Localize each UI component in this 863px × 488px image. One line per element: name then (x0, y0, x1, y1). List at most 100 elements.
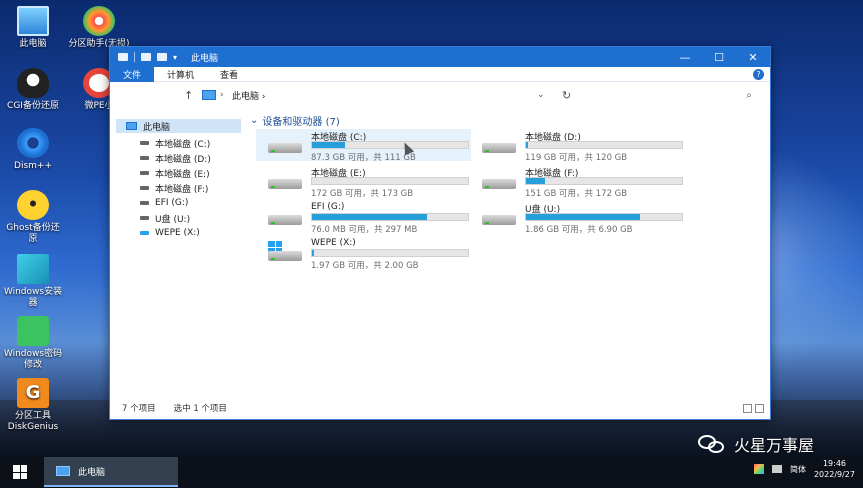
breadcrumb-label: 此电脑 (232, 91, 260, 102)
hard-drive-icon (268, 251, 302, 261)
this-pc-icon (17, 6, 49, 36)
hard-drive-icon (482, 143, 516, 153)
nav-item-this-pc[interactable]: 此电脑 (116, 119, 241, 133)
desktop-icon-partition-assistant[interactable]: 分区助手(无损) (68, 6, 130, 50)
drive-tile-g[interactable]: EFI (G:) 76.0 MB 可用，共 297 MB (256, 201, 471, 235)
explorer-window: ▾ 此电脑 — ☐ ✕ 文件 计算机 查看 ? ↑ › 此电脑 › ⌄ ↻ ⌕ … (109, 46, 771, 420)
hard-drive-icon (482, 179, 516, 189)
group-header[interactable]: ⌄ 设备和驱动器 (7) (250, 113, 340, 128)
item-count: 7 个项目 (122, 404, 156, 414)
nav-label: 本地磁盘 (D:) (155, 154, 211, 165)
taskbar-item-this-pc[interactable]: 此电脑 (44, 457, 178, 487)
nav-item-drive-c[interactable]: 本地磁盘 (C:) (140, 136, 210, 150)
up-arrow-icon[interactable]: ↑ (184, 89, 193, 102)
watermark-text: 火星万事屋 (734, 436, 815, 455)
close-button[interactable]: ✕ (736, 47, 770, 67)
minimize-button[interactable]: — (668, 47, 702, 67)
desktop-icon-this-pc[interactable]: 此电脑 (2, 6, 64, 50)
ime-indicator[interactable]: 简体 (790, 464, 806, 475)
desktop-icon-windows-installer[interactable]: Windows安装器 (2, 254, 64, 309)
search-icon[interactable]: ⌕ (746, 90, 752, 101)
hard-drive-icon (268, 143, 302, 153)
selection-count: 选中 1 个项目 (173, 404, 227, 414)
drive-capacity-text: 1.97 GB 可用，共 2.00 GB (311, 261, 419, 271)
drive-tile-c[interactable]: 本地磁盘 (C:) 87.3 GB 可用，共 111 GB (256, 129, 471, 163)
windows-installer-icon (17, 254, 49, 284)
capacity-fill (312, 142, 345, 148)
cgi-backup-icon (17, 68, 49, 98)
app-tray-icon[interactable] (753, 464, 764, 474)
desktop-icon-label: 此电脑 (19, 39, 47, 49)
large-icons-view-icon[interactable] (755, 403, 764, 413)
nav-label: 本地磁盘 (E:) (155, 169, 210, 180)
tab-computer[interactable]: 计算机 (154, 68, 207, 81)
watermark: 火星万事屋 (698, 432, 814, 456)
clock[interactable]: 19:46 2022/9/27 (814, 458, 855, 480)
address-dropdown-icon[interactable]: ⌄ (537, 90, 545, 100)
diskgenius-icon: G (17, 378, 49, 408)
capacity-fill (312, 250, 315, 256)
drive-tile-d[interactable]: 本地磁盘 (D:) 119 GB 可用，共 120 GB (470, 129, 685, 163)
capacity-bar (311, 177, 469, 185)
breadcrumb[interactable]: 此电脑 › (232, 89, 266, 102)
capacity-bar (525, 177, 683, 185)
drive-capacity-text: 1.86 GB 可用，共 6.90 GB (525, 225, 633, 235)
desktop-icon-ghost-backup[interactable]: Ghost备份还原 (2, 190, 64, 245)
hard-drive-icon (268, 215, 302, 225)
desktop-icon-label: 分区工具DiskGenius (7, 411, 59, 432)
capacity-bar (311, 141, 469, 149)
drive-tile-f[interactable]: 本地磁盘 (F:) 151 GB 可用，共 172 GB (470, 165, 685, 199)
chevron-down-icon: ⌄ (250, 115, 259, 126)
desktop-icon-label: Ghost备份还原 (6, 223, 60, 244)
desktop-icon-label: Windows安装器 (3, 287, 63, 308)
properties-quick-icon[interactable] (141, 53, 151, 61)
drive-tile-e[interactable]: 本地磁盘 (E:) 172 GB 可用，共 173 GB (256, 165, 471, 199)
desktop-icon-label: Dism++ (14, 161, 52, 171)
refresh-icon[interactable]: ↻ (562, 89, 571, 102)
this-pc-icon (56, 466, 70, 476)
maximize-button[interactable]: ☐ (702, 47, 736, 67)
start-button[interactable] (0, 456, 40, 488)
new-folder-quick-icon[interactable] (157, 53, 167, 61)
nav-item-drive-u[interactable]: U盘 (U:) (140, 211, 190, 225)
wechat-logo-icon (698, 433, 726, 455)
taskbar-item-label: 此电脑 (78, 467, 106, 478)
capacity-fill (526, 142, 528, 148)
folder-icon (118, 53, 128, 61)
tab-view[interactable]: 查看 (207, 68, 251, 81)
help-icon[interactable]: ? (753, 69, 764, 80)
tab-file[interactable]: 文件 (110, 66, 154, 82)
drive-tile-x[interactable]: WEPE (X:) 1.97 GB 可用，共 2.00 GB (256, 237, 471, 271)
title-bar[interactable]: ▾ 此电脑 — ☐ ✕ (110, 47, 770, 67)
partition-assistant-icon (83, 6, 115, 36)
breadcrumb-chevron-icon[interactable]: › (262, 92, 266, 102)
address-bar: ↑ › 此电脑 › ⌄ ↻ ⌕ (110, 82, 770, 108)
nav-label: 本地磁盘 (F:) (155, 184, 209, 195)
nav-item-drive-g[interactable]: EFI (G:) (140, 196, 188, 210)
drive-tile-u[interactable]: U盘 (U:) 1.86 GB 可用，共 6.90 GB (470, 201, 685, 235)
drive-capacity-text: 172 GB 可用，共 173 GB (311, 189, 414, 199)
this-pc-icon (126, 122, 137, 130)
capacity-bar (311, 213, 469, 221)
desktop-icon-diskgenius[interactable]: G 分区工具DiskGenius (2, 378, 64, 433)
details-view-icon[interactable] (743, 403, 752, 413)
drive-name: WEPE (X:) (311, 238, 356, 248)
nav-item-drive-e[interactable]: 本地磁盘 (E:) (140, 166, 210, 180)
breadcrumb-chevron-icon[interactable]: › (220, 90, 224, 100)
drive-capacity-text: 151 GB 可用，共 172 GB (525, 189, 628, 199)
volume-icon[interactable] (771, 465, 782, 473)
nav-item-drive-f[interactable]: 本地磁盘 (F:) (140, 181, 208, 195)
desktop-icon-cgi-backup[interactable]: CGI备份还原 (2, 68, 64, 112)
desktop-icon-windows-password[interactable]: Windows密码修改 (2, 316, 64, 371)
drive-icon (140, 186, 149, 190)
capacity-fill (526, 178, 545, 184)
quick-access-dropdown-icon[interactable]: ▾ (173, 53, 177, 62)
this-pc-icon (202, 90, 216, 100)
desktop-icon-dism[interactable]: Dism++ (2, 128, 64, 172)
hard-drive-icon (268, 179, 302, 189)
nav-item-drive-d[interactable]: 本地磁盘 (D:) (140, 151, 211, 165)
nav-item-drive-x[interactable]: WEPE (X:) (140, 226, 200, 240)
capacity-bar (525, 141, 683, 149)
desktop-icon-label: Windows密码修改 (3, 349, 63, 370)
ribbon-tabs: 文件 计算机 查看 ? (110, 66, 770, 82)
